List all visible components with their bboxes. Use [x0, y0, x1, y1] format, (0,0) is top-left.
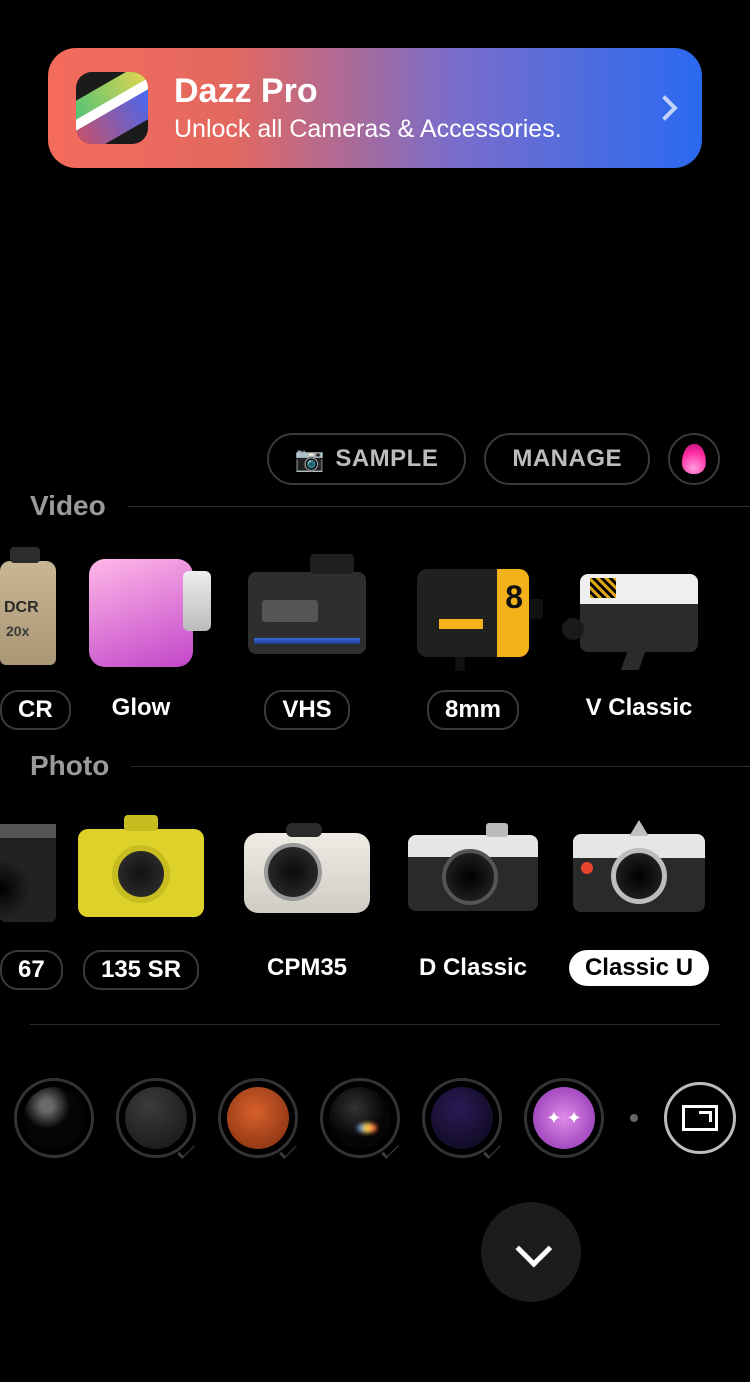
camera-item-dcr[interactable]: CR — [0, 548, 58, 730]
sample-label: SAMPLE — [335, 445, 438, 473]
camera-label: 8mm — [427, 690, 519, 730]
trending-button[interactable] — [668, 433, 720, 485]
camera-label: Classic U — [569, 950, 709, 986]
divider — [30, 1024, 720, 1025]
classicu-camera-icon — [573, 834, 705, 912]
manage-button[interactable]: MANAGE — [484, 433, 650, 485]
camera-label: 135 SR — [83, 950, 199, 990]
photo-camera-row[interactable]: 67 135 SR CPM35 D Classic Classic U — [0, 808, 750, 990]
camera-icon: 📷 — [295, 445, 325, 474]
67-camera-icon — [0, 824, 56, 922]
section-photo-title: Photo — [30, 750, 109, 782]
dazz-pro-banner[interactable]: Dazz Pro Unlock all Cameras & Accessorie… — [48, 48, 702, 168]
divider — [131, 766, 750, 767]
video-camera-row[interactable]: CR Glow VHS 8 8mm V Classic — [0, 548, 750, 730]
lens-orange[interactable] — [218, 1078, 298, 1158]
edit-tick-icon — [381, 1141, 399, 1159]
camera-item-dclassic[interactable]: D Classic — [390, 808, 556, 986]
lens-strip[interactable] — [14, 1078, 750, 1158]
aspect-ratio-button[interactable] — [664, 1082, 736, 1154]
pager-dot-icon — [630, 1114, 638, 1122]
manage-label: MANAGE — [512, 445, 622, 473]
camera-item-67[interactable]: 67 — [0, 808, 58, 990]
chevron-down-icon — [515, 1231, 552, 1268]
divider — [128, 506, 750, 507]
camera-label: Glow — [96, 690, 187, 726]
section-video-title: Video — [30, 490, 106, 522]
lens-violet[interactable] — [422, 1078, 502, 1158]
vhs-camcorder-icon — [248, 572, 366, 654]
dclassic-camera-icon — [408, 835, 538, 911]
lens-sparkle-purple[interactable] — [524, 1078, 604, 1158]
collapse-button[interactable] — [481, 1202, 581, 1302]
promo-subtitle: Unlock all Cameras & Accessories. — [174, 115, 562, 144]
edit-tick-icon — [483, 1141, 501, 1159]
8mm-camcorder-icon: 8 — [417, 569, 529, 657]
flame-icon — [681, 444, 706, 475]
camera-label: D Classic — [403, 950, 543, 986]
camera-label: VHS — [264, 690, 349, 730]
camera-item-vhs[interactable]: VHS — [224, 548, 390, 730]
sample-button[interactable]: 📷 SAMPLE — [267, 433, 466, 485]
camera-label: 67 — [0, 950, 63, 990]
lens-prism[interactable] — [320, 1078, 400, 1158]
camera-item-135sr[interactable]: 135 SR — [58, 808, 224, 990]
camera-item-cpm35[interactable]: CPM35 — [224, 808, 390, 986]
camera-item-classicu[interactable]: Classic U — [556, 808, 722, 986]
dcr-camcorder-icon — [0, 561, 56, 665]
cpm35-camera-icon — [244, 833, 370, 913]
vclassic-camcorder-icon — [580, 574, 698, 652]
135sr-camera-icon — [78, 829, 204, 917]
edit-tick-icon — [279, 1141, 297, 1159]
promo-title: Dazz Pro — [174, 72, 562, 111]
lens-matte-grey[interactable] — [116, 1078, 196, 1158]
camera-item-glow[interactable]: Glow — [58, 548, 224, 726]
camera-label: V Classic — [570, 690, 709, 726]
camera-label: CPM35 — [251, 950, 363, 986]
edit-tick-icon — [177, 1141, 195, 1159]
aspect-ratio-icon — [682, 1105, 718, 1131]
camera-item-8mm[interactable]: 8 8mm — [390, 548, 556, 730]
lens-glossy-black[interactable] — [14, 1078, 94, 1158]
glow-camcorder-icon — [89, 559, 193, 667]
dazz-logo-icon — [76, 72, 148, 144]
chevron-right-icon — [652, 95, 677, 120]
camera-item-vclassic[interactable]: V Classic — [556, 548, 722, 726]
